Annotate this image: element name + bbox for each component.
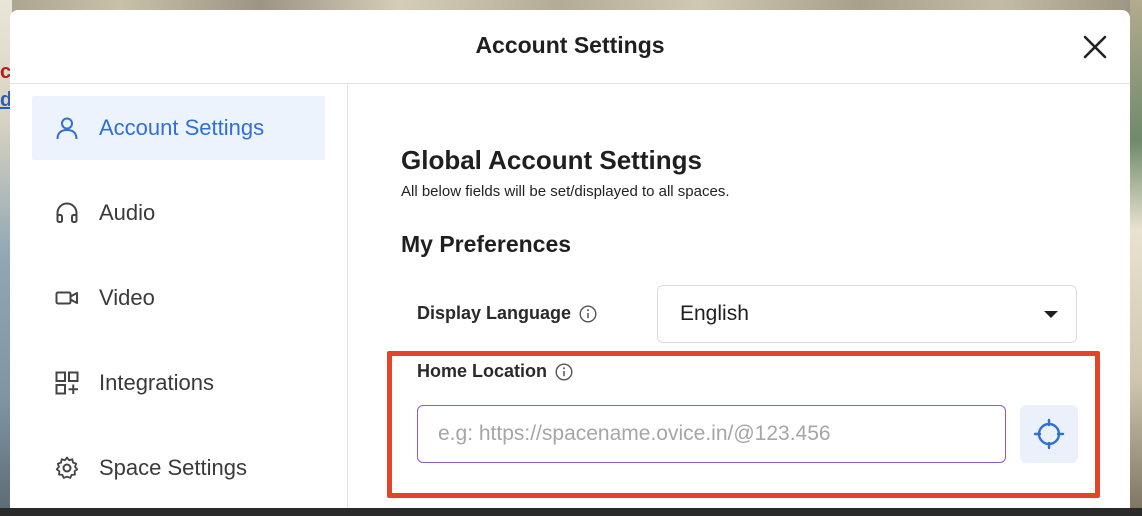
settings-content: Global Account Settings All below fields… [349, 85, 1130, 508]
locate-button[interactable] [1020, 405, 1078, 463]
sidebar-item-label: Integrations [99, 370, 214, 395]
home-location-input[interactable] [417, 405, 1006, 463]
modal-title: Account Settings [475, 32, 665, 58]
sidebar-item-audio[interactable]: Audio [32, 181, 325, 245]
sidebar-item-video[interactable]: Video [32, 266, 325, 330]
sidebar-item-label: Space Settings [99, 455, 247, 480]
home-location-label: Home Location [417, 361, 573, 382]
caret-down-icon [1044, 311, 1058, 318]
crosshair-icon [1033, 418, 1065, 450]
display-language-value: English [680, 302, 749, 325]
user-icon [54, 115, 80, 141]
close-button[interactable] [1080, 32, 1110, 62]
settings-sidebar: Account Settings Audio Video Integration… [10, 85, 348, 508]
section-title: Global Account Settings [401, 145, 702, 175]
preferences-title: My Preferences [401, 231, 572, 257]
headphones-icon [54, 200, 80, 226]
section-subtitle: All below fields will be set/displayed t… [401, 183, 730, 200]
sidebar-item-label: Video [99, 285, 155, 310]
sidebar-item-label: Account Settings [99, 115, 265, 140]
sidebar-item-integrations[interactable]: Integrations [32, 351, 325, 415]
display-language-label: Display Language [417, 303, 597, 324]
grid-plus-icon [54, 370, 80, 396]
sidebar-item-label: Audio [99, 200, 156, 225]
info-icon[interactable] [579, 304, 597, 323]
gear-icon [54, 455, 80, 481]
account-settings-modal: Account Settings Account Settings Audio … [10, 10, 1130, 508]
sidebar-item-account-settings[interactable]: Account Settings [32, 96, 325, 160]
background-right-strip [1130, 0, 1142, 516]
display-language-select[interactable]: English [657, 285, 1077, 343]
info-icon[interactable] [555, 362, 573, 381]
sidebar-item-space-settings[interactable]: Space Settings [32, 436, 325, 500]
video-camera-icon [54, 285, 80, 311]
close-icon [1083, 35, 1107, 59]
modal-header: Account Settings [10, 10, 1130, 84]
background-bottom-bar [0, 508, 1142, 516]
